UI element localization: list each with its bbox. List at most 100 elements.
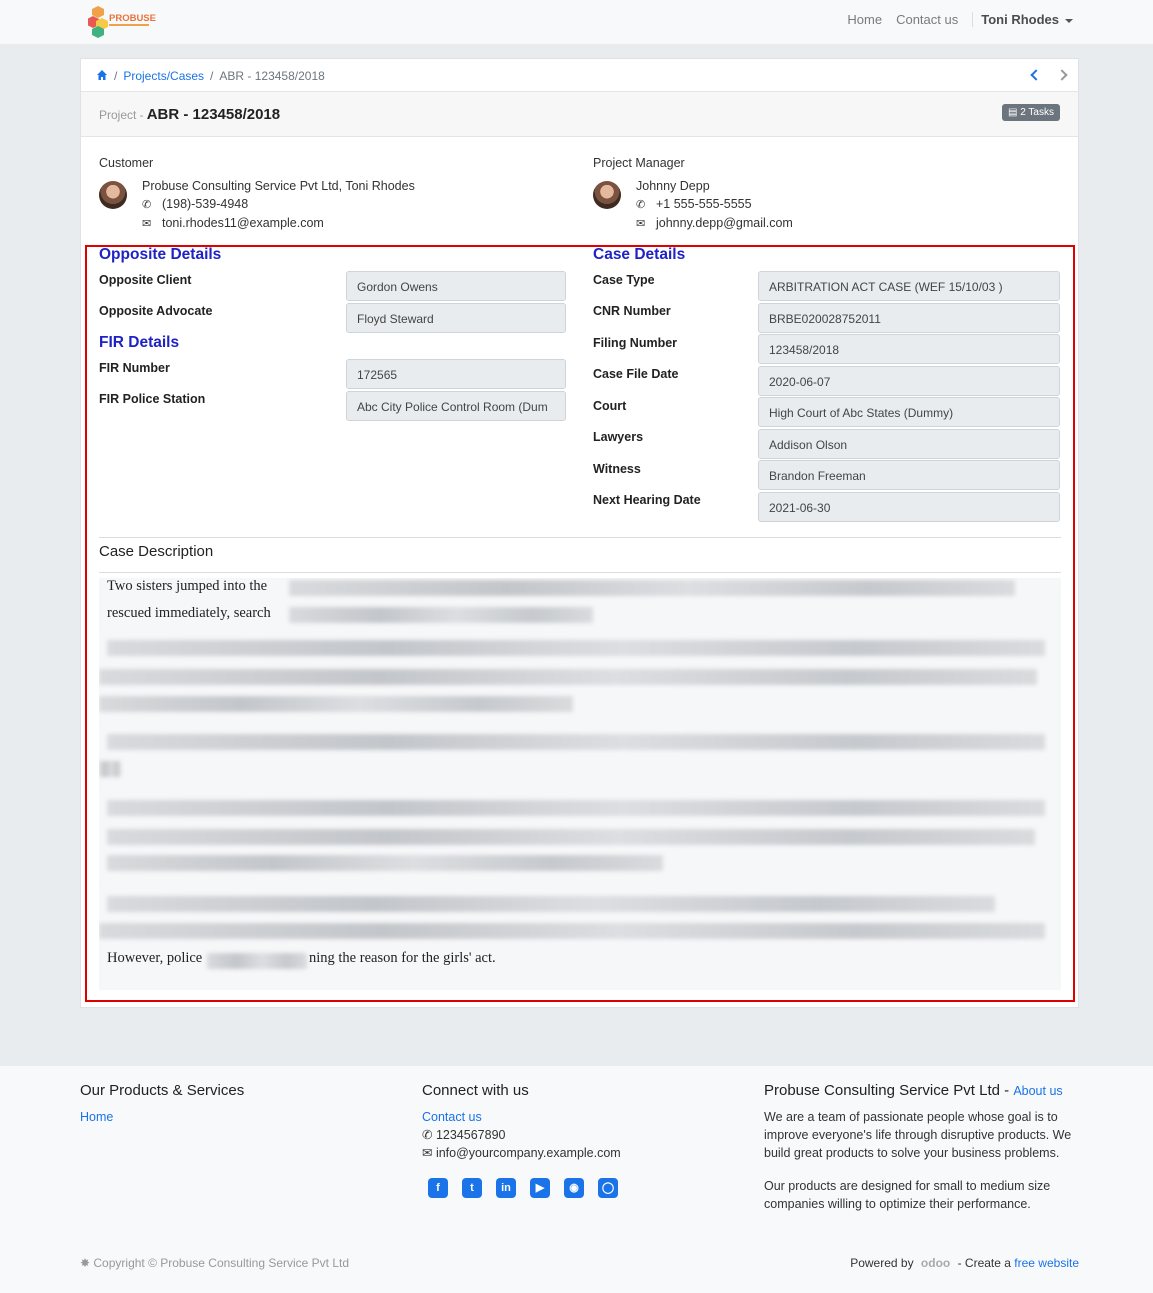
redacted-text [107,800,1045,816]
user-name: Toni Rhodes [981,12,1059,27]
redacted-text [107,829,1035,845]
footer: Our Products & Services Home Connect wit… [0,1066,1153,1293]
odoo-logo[interactable]: odoo [921,1256,950,1270]
nav-contact[interactable]: Contact us [896,12,958,27]
customer-phone: (198)-539-4948 [162,197,249,211]
breadcrumb-separator: / [210,69,214,83]
footer-products-title: Our Products & Services [80,1082,245,1099]
user-menu[interactable]: Toni Rhodes [972,12,1073,27]
previous-record-icon[interactable] [1030,69,1042,81]
description-line-2: rescued immediately, search [107,605,271,621]
powered-by-label: Powered by [850,1256,914,1270]
youtube-icon[interactable]: ▶ [530,1178,550,1198]
fir-details-heading: FIR Details [99,334,180,351]
breadcrumb: / Projects/Cases / ABR - 123458/2018 [81,59,1078,92]
fir-police-station-label: FIR Police Station [99,392,206,406]
envelope-icon: ✉ [636,218,646,230]
court-label: Court [593,399,627,413]
case-description-body: Two sisters jumped into the rescued imme… [99,578,1061,990]
case-details-heading: Case Details [593,246,686,263]
project-title: ABR - 123458/2018 [146,106,281,123]
free-website-link[interactable]: free website [1014,1256,1079,1270]
customer-email[interactable]: toni.rhodes11@example.com [162,216,324,230]
breadcrumb-separator: / [114,69,118,83]
redacted-text [99,669,1037,685]
probuse-logo[interactable]: PROBUSE [88,4,158,38]
description-last-line-b: ning the reason for the girls' act. [309,950,496,966]
description-line-1: Two sisters jumped into the [107,578,268,594]
opposite-client-field: Gordon Owens [346,271,566,301]
cnr-number-field: BRBE020028752011 [758,303,1060,333]
phone-icon: ✆ [422,1128,436,1142]
footer-email[interactable]: info@yourcompany.example.com [436,1146,621,1160]
instagram-icon[interactable]: ◯ [598,1178,618,1198]
bug-icon: ✸ [80,1256,94,1270]
redacted-text [289,580,1015,596]
chevron-down-icon [1065,18,1073,23]
create-label: - Create a [957,1256,1011,1270]
manager-label: Project Manager [593,156,685,170]
footer-about-link[interactable]: About us [1013,1084,1062,1098]
manager-contact: Johnny Depp ✆ +1 555-555-5555 ✉ johnny.dep… [636,177,793,233]
copyright-text: Copyright © Probuse Consulting Service P… [93,1256,350,1270]
witness-field: Brandon Freeman [758,460,1060,490]
divider [99,537,1061,538]
redacted-text [289,607,593,623]
lawyers-label: Lawyers [593,430,644,444]
lawyers-field: Addison Olson [758,429,1060,459]
redacted-text [107,855,663,871]
nav-home[interactable]: Home [847,12,882,27]
github-icon[interactable]: ◉ [564,1178,584,1198]
next-record-icon[interactable] [1056,69,1068,81]
redacted-text [107,734,1045,750]
tasks-badge[interactable]: ▤ 2 Tasks [1002,104,1060,121]
top-navbar: PROBUSE Home Contact us Toni Rhodes [0,0,1153,44]
footer-about-text-1: We are a team of passionate people whose… [764,1110,1072,1160]
social-links: f t in ▶ ◉ ◯ [428,1178,722,1198]
redacted-text [99,761,121,777]
linkedin-icon[interactable]: in [496,1178,516,1198]
footer-about-column: Probuse Consulting Service Pvt Ltd - Abo… [764,1082,1084,1213]
manager-phone: +1 555-555-5555 [656,197,752,211]
case-file-date-label: Case File Date [593,367,679,381]
footer-products-column: Our Products & Services Home [80,1082,380,1126]
filing-number-field: 123458/2018 [758,334,1060,364]
manager-name: Johnny Depp [636,179,710,193]
court-field: High Court of Abc States (Dummy) [758,397,1060,427]
footer-connect-column: Connect with us Contact us ✆ 1234567890 … [422,1082,722,1198]
redacted-text [207,953,307,969]
next-hearing-date-field: 2021-06-30 [758,492,1060,522]
footer-phone: 1234567890 [435,1128,506,1142]
next-hearing-date-label: Next Hearing Date [593,493,701,507]
witness-label: Witness [593,462,641,476]
footer-company-title: Probuse Consulting Service Pvt Ltd [764,1082,1000,1099]
case-type-field: ARBITRATION ACT CASE (WEF 15/10/03 ) [758,271,1060,301]
footer-home-link[interactable]: Home [80,1108,380,1126]
facebook-icon[interactable]: f [428,1178,448,1198]
svg-text:PROBUSE: PROBUSE [109,13,156,24]
case-type-label: Case Type [593,273,655,287]
manager-email[interactable]: johnny.depp@gmail.com [656,216,793,230]
customer-contact: Probuse Consulting Service Pvt Ltd, Toni… [142,177,415,233]
divider [99,572,1061,573]
redacted-text [99,923,1045,939]
redacted-text [107,896,995,912]
home-icon[interactable] [96,69,108,81]
envelope-icon: ✉ [422,1146,436,1160]
manager-avatar [593,181,621,209]
case-file-date-field: 2020-06-07 [758,366,1060,396]
redacted-text [107,640,1045,656]
breadcrumb-projects-link[interactable]: Projects/Cases [123,69,204,83]
case-description-title: Case Description [99,543,214,560]
fir-number-field: 172565 [346,359,566,389]
footer-connect-title: Connect with us [422,1082,529,1099]
project-card: / Projects/Cases / ABR - 123458/2018 Pro… [80,58,1079,1008]
footer-contact-link[interactable]: Contact us [422,1108,722,1126]
filing-number-label: Filing Number [593,336,678,350]
copyright: ✸ Copyright © Probuse Consulting Service… [80,1256,349,1270]
customer-name: Probuse Consulting Service Pvt Ltd, Toni… [142,179,415,193]
twitter-icon[interactable]: t [462,1178,482,1198]
customer-label: Customer [99,156,154,170]
breadcrumb-current: ABR - 123458/2018 [219,69,325,83]
phone-icon: ✆ [636,199,646,211]
